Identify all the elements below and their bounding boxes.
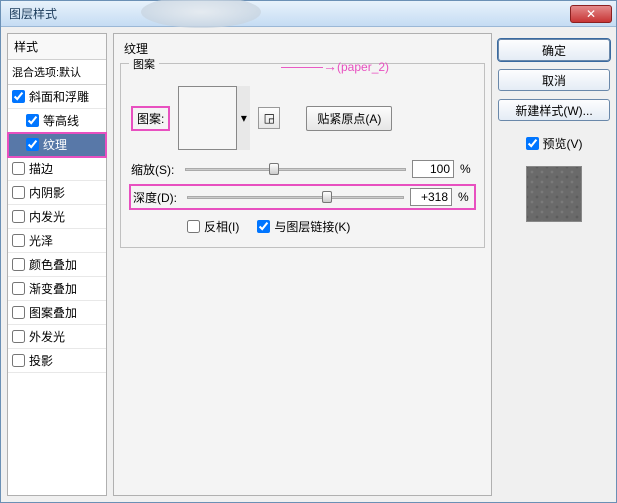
style-label: 外发光 (29, 328, 65, 345)
depth-thumb[interactable] (322, 191, 332, 203)
style-item-2[interactable]: 纹理 (8, 133, 106, 157)
scale-value[interactable]: 100 (412, 160, 454, 178)
style-item-9[interactable]: 图案叠加 (8, 301, 106, 325)
link-checkbox[interactable] (257, 220, 270, 233)
style-label: 描边 (29, 160, 53, 177)
style-checkbox[interactable] (26, 138, 39, 151)
style-item-3[interactable]: 描边 (8, 157, 106, 181)
preview-label: 预览(V) (543, 135, 583, 152)
section-title: 纹理 (124, 40, 485, 57)
buttons-panel: 确定 取消 新建样式(W)... 预览(V) (498, 33, 610, 496)
style-checkbox[interactable] (12, 330, 25, 343)
window-title: 图层样式 (9, 5, 57, 22)
pattern-row: 图案: ▾ ◲ 贴紧原点(A) (131, 86, 474, 150)
style-label: 等高线 (43, 112, 79, 129)
preview-swatch (526, 166, 582, 222)
scale-unit: % (460, 162, 474, 176)
pattern-dropdown[interactable]: ▾ (236, 86, 250, 150)
style-item-0[interactable]: 斜面和浮雕 (8, 85, 106, 109)
style-label: 内发光 (29, 208, 65, 225)
link-label: 与图层链接(K) (274, 218, 350, 235)
layer-style-dialog: 图层样式 ✕ 样式 混合选项:默认 斜面和浮雕等高线纹理描边内阴影内发光光泽颜色… (0, 0, 617, 503)
preview-checkbox[interactable] (526, 137, 539, 150)
style-checkbox[interactable] (12, 258, 25, 271)
style-item-6[interactable]: 光泽 (8, 229, 106, 253)
scale-label: 缩放(S): (131, 161, 179, 178)
sidebar-header: 样式 (8, 34, 106, 60)
pattern-label: 图案: (131, 106, 170, 131)
style-list: 斜面和浮雕等高线纹理描边内阴影内发光光泽颜色叠加渐变叠加图案叠加外发光投影 (8, 85, 106, 373)
blend-options[interactable]: 混合选项:默认 (8, 60, 106, 85)
depth-row: 深度(D): +318 % (131, 186, 474, 208)
style-item-4[interactable]: 内阴影 (8, 181, 106, 205)
link-option[interactable]: 与图层链接(K) (257, 218, 350, 235)
new-style-button[interactable]: 新建样式(W)... (498, 99, 610, 121)
style-label: 斜面和浮雕 (29, 88, 89, 105)
titlebar[interactable]: 图层样式 ✕ (1, 1, 616, 27)
style-label: 光泽 (29, 232, 53, 249)
chevron-down-icon: ▾ (241, 111, 247, 125)
styles-sidebar: 样式 混合选项:默认 斜面和浮雕等高线纹理描边内阴影内发光光泽颜色叠加渐变叠加图… (7, 33, 107, 496)
invert-checkbox[interactable] (187, 220, 200, 233)
style-checkbox[interactable] (12, 162, 25, 175)
style-checkbox[interactable] (12, 306, 25, 319)
style-item-10[interactable]: 外发光 (8, 325, 106, 349)
style-checkbox[interactable] (12, 186, 25, 199)
style-item-11[interactable]: 投影 (8, 349, 106, 373)
style-checkbox[interactable] (12, 90, 25, 103)
style-checkbox[interactable] (12, 210, 25, 223)
close-icon: ✕ (586, 7, 596, 21)
style-item-1[interactable]: 等高线 (8, 109, 106, 133)
close-button[interactable]: ✕ (570, 5, 612, 23)
settings-panel: 纹理 图案 ———→(paper_2) 图案: ▾ ◲ 贴紧原点(A) 缩放(S… (113, 33, 492, 496)
ok-button[interactable]: 确定 (498, 39, 610, 61)
annotation-text: (paper_2) (337, 60, 389, 74)
invert-label: 反相(I) (204, 218, 239, 235)
style-item-5[interactable]: 内发光 (8, 205, 106, 229)
scale-slider[interactable] (185, 162, 406, 176)
depth-unit: % (458, 190, 472, 204)
depth-value[interactable]: +318 (410, 188, 452, 206)
depth-slider[interactable] (187, 190, 404, 204)
snap-origin-button[interactable]: 贴紧原点(A) (306, 106, 392, 131)
pattern-swatch[interactable]: ▾ (178, 86, 250, 150)
new-preset-button[interactable]: ◲ (258, 107, 280, 129)
invert-option[interactable]: 反相(I) (187, 218, 239, 235)
scale-row: 缩放(S): 100 % (131, 160, 474, 178)
style-label: 投影 (29, 352, 53, 369)
style-item-7[interactable]: 颜色叠加 (8, 253, 106, 277)
style-item-8[interactable]: 渐变叠加 (8, 277, 106, 301)
style-label: 图案叠加 (29, 304, 77, 321)
style-label: 内阴影 (29, 184, 65, 201)
style-checkbox[interactable] (12, 282, 25, 295)
scale-thumb[interactable] (269, 163, 279, 175)
style-label: 渐变叠加 (29, 280, 77, 297)
depth-label: 深度(D): (133, 189, 181, 206)
style-checkbox[interactable] (12, 234, 25, 247)
style-checkbox[interactable] (26, 114, 39, 127)
options-row: 反相(I) 与图层链接(K) (131, 218, 474, 235)
cancel-button[interactable]: 取消 (498, 69, 610, 91)
pattern-group: 图案 ———→(paper_2) 图案: ▾ ◲ 贴紧原点(A) 缩放(S): (120, 63, 485, 248)
style-checkbox[interactable] (12, 354, 25, 367)
preview-toggle[interactable]: 预览(V) (498, 135, 610, 152)
style-label: 颜色叠加 (29, 256, 77, 273)
annotation-arrow: ———→(paper_2) (281, 58, 389, 74)
style-label: 纹理 (43, 136, 67, 153)
new-preset-icon: ◲ (264, 111, 275, 125)
group-legend: 图案 (129, 56, 159, 72)
dialog-body: 样式 混合选项:默认 斜面和浮雕等高线纹理描边内阴影内发光光泽颜色叠加渐变叠加图… (1, 27, 616, 502)
